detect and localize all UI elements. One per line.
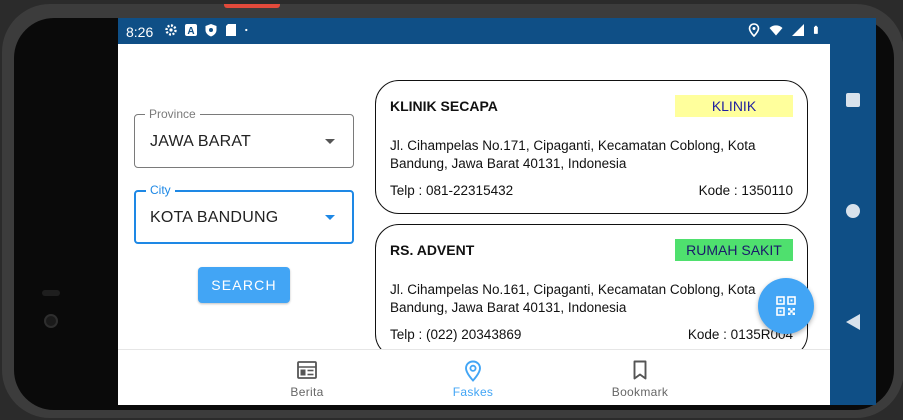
search-button[interactable]: SEARCH xyxy=(198,267,290,303)
signal-icon xyxy=(792,24,804,36)
facility-phone: Telp : (022) 20343869 xyxy=(390,327,522,342)
svg-text:A: A xyxy=(187,26,194,37)
wifi-icon xyxy=(769,25,783,36)
qr-scan-button[interactable] xyxy=(758,278,814,334)
bookmark-icon xyxy=(633,360,647,380)
battery-icon xyxy=(813,25,818,34)
facility-address: Jl. Cihampelas No.171, Cipaganti, Kecama… xyxy=(390,138,756,171)
status-bar: 8:26 A xyxy=(118,18,830,44)
speaker-grille xyxy=(42,290,60,296)
province-dropdown[interactable]: Province JAWA BARAT xyxy=(134,107,354,168)
nav-item-bookmark[interactable]: Bookmark xyxy=(580,350,700,405)
nav-item-faskes[interactable]: Faskes xyxy=(413,350,533,405)
recent-apps-button[interactable] xyxy=(846,93,860,107)
facility-code: Kode : 1350110 xyxy=(698,183,793,198)
city-value: KOTA BANDUNG xyxy=(150,209,279,226)
facility-type-badge: RUMAH SAKIT xyxy=(675,239,793,261)
bottom-navigation: Berita Faskes Bookmark xyxy=(118,349,830,405)
home-button[interactable] xyxy=(846,204,860,218)
phone-top-indicator xyxy=(224,4,280,8)
status-left-icons: A xyxy=(164,23,252,37)
result-card[interactable]: RS. ADVENT RUMAH SAKIT Jl. Cihampelas No… xyxy=(375,224,808,358)
dropdown-arrow-icon xyxy=(325,139,335,144)
sd-card-icon xyxy=(226,24,236,36)
qr-code-icon xyxy=(776,296,796,316)
dropdown-arrow-icon xyxy=(325,215,335,220)
city-label: City xyxy=(146,183,175,197)
facility-name: KLINIK SECAPA xyxy=(390,98,498,114)
city-dropdown[interactable]: City KOTA BANDUNG xyxy=(134,183,354,244)
province-label: Province xyxy=(145,107,200,121)
facility-name: RS. ADVENT xyxy=(390,242,475,258)
system-navigation-bar xyxy=(830,18,876,405)
dot-icon xyxy=(245,28,248,32)
back-button[interactable] xyxy=(846,314,860,330)
gear-icon xyxy=(165,24,177,36)
shield-icon xyxy=(205,24,217,37)
facility-type-badge: KLINIK xyxy=(675,95,793,117)
front-camera xyxy=(44,314,58,328)
facility-phone: Telp : 081-22315432 xyxy=(390,183,514,198)
nav-item-berita[interactable]: Berita xyxy=(247,350,367,405)
a-icon: A xyxy=(185,24,197,37)
nav-label-faskes: Faskes xyxy=(452,385,494,399)
province-value: JAWA BARAT xyxy=(150,133,251,150)
location-pin-icon xyxy=(465,360,481,382)
status-time: 8:26 xyxy=(126,24,154,40)
app-screen: 8:26 A Province JAWA BARAT City KOTA BAN… xyxy=(118,18,830,405)
facility-address: Jl. Cihampelas No.161, Cipaganti, Kecama… xyxy=(390,282,756,315)
status-right-icons xyxy=(747,23,822,37)
result-card[interactable]: KLINIK SECAPA KLINIK Jl. Cihampelas No.1… xyxy=(375,80,808,214)
nav-label-berita: Berita xyxy=(290,385,324,399)
newspaper-icon xyxy=(297,361,317,379)
nav-label-bookmark: Bookmark xyxy=(611,385,669,399)
location-icon xyxy=(748,23,760,37)
